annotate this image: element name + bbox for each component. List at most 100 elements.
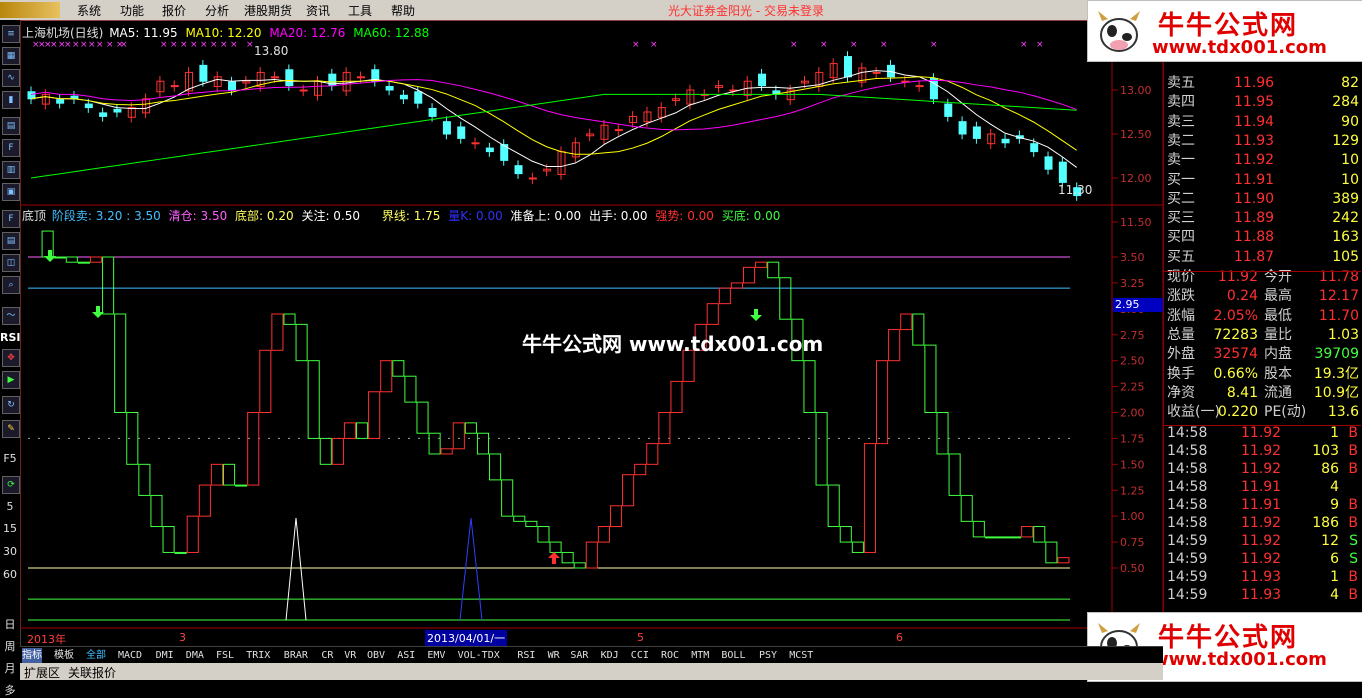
indicator-tab-sar[interactable]: SAR <box>570 648 588 663</box>
menu-system[interactable]: 系统 <box>77 2 101 19</box>
tick-row: 14:58 11.92 186 B <box>1164 514 1361 532</box>
indicator-tab-boll[interactable]: BOLL <box>721 648 745 663</box>
period-multi-button[interactable]: 多 <box>0 682 20 698</box>
indicator-tab-vol-tdx[interactable]: VOL-TDX <box>458 648 500 663</box>
orderbook-label: 买一 <box>1167 171 1195 188</box>
period-30-button[interactable]: 30 <box>0 545 20 558</box>
candle-body <box>1058 161 1067 183</box>
stat-label-2: PE(动) <box>1264 404 1307 421</box>
signal-mark: × <box>106 40 114 50</box>
candle-body <box>915 85 924 88</box>
export-icon[interactable]: ▶ <box>2 371 20 389</box>
f5-button[interactable]: F5 <box>0 452 20 465</box>
sell-arrow-icon <box>44 250 56 262</box>
ma20-line <box>30 79 1077 131</box>
indicator-step <box>972 520 985 538</box>
ad-bottom-url: www.tdx001.com <box>1152 649 1327 670</box>
menu-quote[interactable]: 报价 <box>162 2 186 19</box>
candle-body <box>199 64 208 82</box>
period-week-button[interactable]: 周 <box>0 638 20 654</box>
sync-icon[interactable]: ⟳ <box>2 476 20 494</box>
indicator-tab-psy[interactable]: PSY <box>759 648 777 663</box>
candle-body <box>428 107 437 117</box>
indicator-tab-trix[interactable]: TRIX <box>246 648 270 663</box>
stat-label-2: 流通 <box>1264 384 1292 401</box>
tick-side: B <box>1348 587 1358 603</box>
indicator-tab-wr[interactable]: WR <box>548 648 560 663</box>
period-month-button[interactable]: 月 <box>0 660 20 676</box>
ma5-label: MA5: 11.95 <box>109 26 178 40</box>
f10-icon[interactable]: F <box>2 139 20 157</box>
indicator-tab-mcst[interactable]: MCST <box>789 648 813 663</box>
indicator-tab-asi[interactable]: ASI <box>397 648 415 663</box>
refresh-icon[interactable]: ↻ <box>2 396 20 414</box>
rsi-button[interactable]: RSI <box>0 331 21 344</box>
indicator-tab-template[interactable]: 模板 <box>54 648 74 663</box>
period-60-button[interactable]: 60 <box>0 568 20 581</box>
low-price-label: 11.30 <box>1058 183 1093 197</box>
menu-analysis[interactable]: 分析 <box>205 2 229 19</box>
document-icon[interactable]: ▥ <box>2 161 20 179</box>
tick-row: 14:58 11.92 86 B <box>1164 460 1361 478</box>
menu-tools[interactable]: 工具 <box>348 2 372 19</box>
menu-hk-futures[interactable]: 港股期货 <box>244 2 292 19</box>
indicator-tab-fsl[interactable]: FSL <box>216 648 234 663</box>
period-5-button[interactable]: 5 <box>0 500 20 513</box>
tick-volume: 186 <box>1312 515 1339 531</box>
orderbook-row: 卖五 11.96 82 <box>1164 74 1361 92</box>
menu-help[interactable]: 帮助 <box>391 2 415 19</box>
ad-banner-top: 牛牛公式网 www.tdx001.com <box>1087 0 1362 62</box>
f12-icon[interactable]: F <box>2 210 20 228</box>
ind-ytick-label: 1.00 <box>1120 510 1145 523</box>
indicator-tab-all[interactable]: 全部 <box>86 648 106 663</box>
indicator-step <box>622 474 635 507</box>
orderbook-price: 11.91 <box>1234 171 1275 188</box>
indicator-tab-macd[interactable]: MACD <box>118 648 142 663</box>
indicator-tab-dmi[interactable]: DMI <box>156 648 174 663</box>
indicator-tab-rsi[interactable]: RSI <box>517 648 535 663</box>
indicator-tab-vr[interactable]: VR <box>344 648 356 663</box>
indicator-tab-roc[interactable]: ROC <box>661 648 679 663</box>
stat-label: 涨跌 <box>1167 288 1195 305</box>
indicator-tab-obv[interactable]: OBV <box>367 648 385 663</box>
news-icon[interactable]: ▤ <box>2 117 20 135</box>
cow-logo-icon <box>1098 11 1140 52</box>
chart-icon[interactable]: ◫ <box>2 254 20 272</box>
indicator-tab-kdj[interactable]: KDJ <box>601 648 619 663</box>
tab-extension[interactable]: 扩展区 <box>24 664 60 681</box>
indicator-tab-mtm[interactable]: MTM <box>691 648 709 663</box>
indicator-tab-cci[interactable]: CCI <box>631 648 649 663</box>
move-icon[interactable]: ✥ <box>2 349 20 367</box>
page-icon[interactable]: ▣ <box>2 183 20 201</box>
pen-icon[interactable]: ✎ <box>2 420 20 438</box>
grid-icon[interactable]: ▦ <box>2 47 20 65</box>
indicator-step <box>900 313 913 331</box>
indicator-tab-dma[interactable]: DMA <box>186 648 204 663</box>
candle-body <box>442 121 451 135</box>
calc-icon[interactable]: ▤ <box>2 232 20 250</box>
period-day-button[interactable]: 日 <box>0 616 20 632</box>
main-ytick-label: 11.50 <box>1120 216 1152 229</box>
quote-list-icon[interactable]: ≡ <box>2 25 20 43</box>
indicator-tab-indicator[interactable]: 指标 <box>22 648 42 663</box>
indicator-tab-cr[interactable]: CR <box>321 648 333 663</box>
indicator-step <box>404 375 417 403</box>
stat-value: 0.24 <box>1226 288 1258 305</box>
kline-icon[interactable]: ▮ <box>2 91 20 109</box>
signal-mark: × <box>850 40 858 50</box>
tab-related-quote[interactable]: 关联报价 <box>68 664 116 681</box>
main-legend: 上海机场(日线) MA5: 11.95 MA10: 12.20 MA20: 12… <box>22 24 429 41</box>
search-icon[interactable]: ⌕ <box>2 276 20 294</box>
indicator-tab-emv[interactable]: EMV <box>427 648 445 663</box>
menu-info[interactable]: 资讯 <box>306 2 330 19</box>
period-15-button[interactable]: 15 <box>0 522 20 535</box>
status-bar: 扩展区 关联报价 <box>20 663 1163 680</box>
orderbook-price: 11.92 <box>1234 152 1275 169</box>
stat-label-2: 最低 <box>1264 307 1292 324</box>
wave-icon[interactable]: 〜 <box>2 307 20 325</box>
indicator-tab-brar[interactable]: BRAR <box>284 648 308 663</box>
indicator-step <box>89 256 103 263</box>
line-chart-icon[interactable]: ∿ <box>2 69 20 87</box>
stat-label-2: 量比 <box>1264 326 1292 343</box>
menu-function[interactable]: 功能 <box>120 2 144 19</box>
